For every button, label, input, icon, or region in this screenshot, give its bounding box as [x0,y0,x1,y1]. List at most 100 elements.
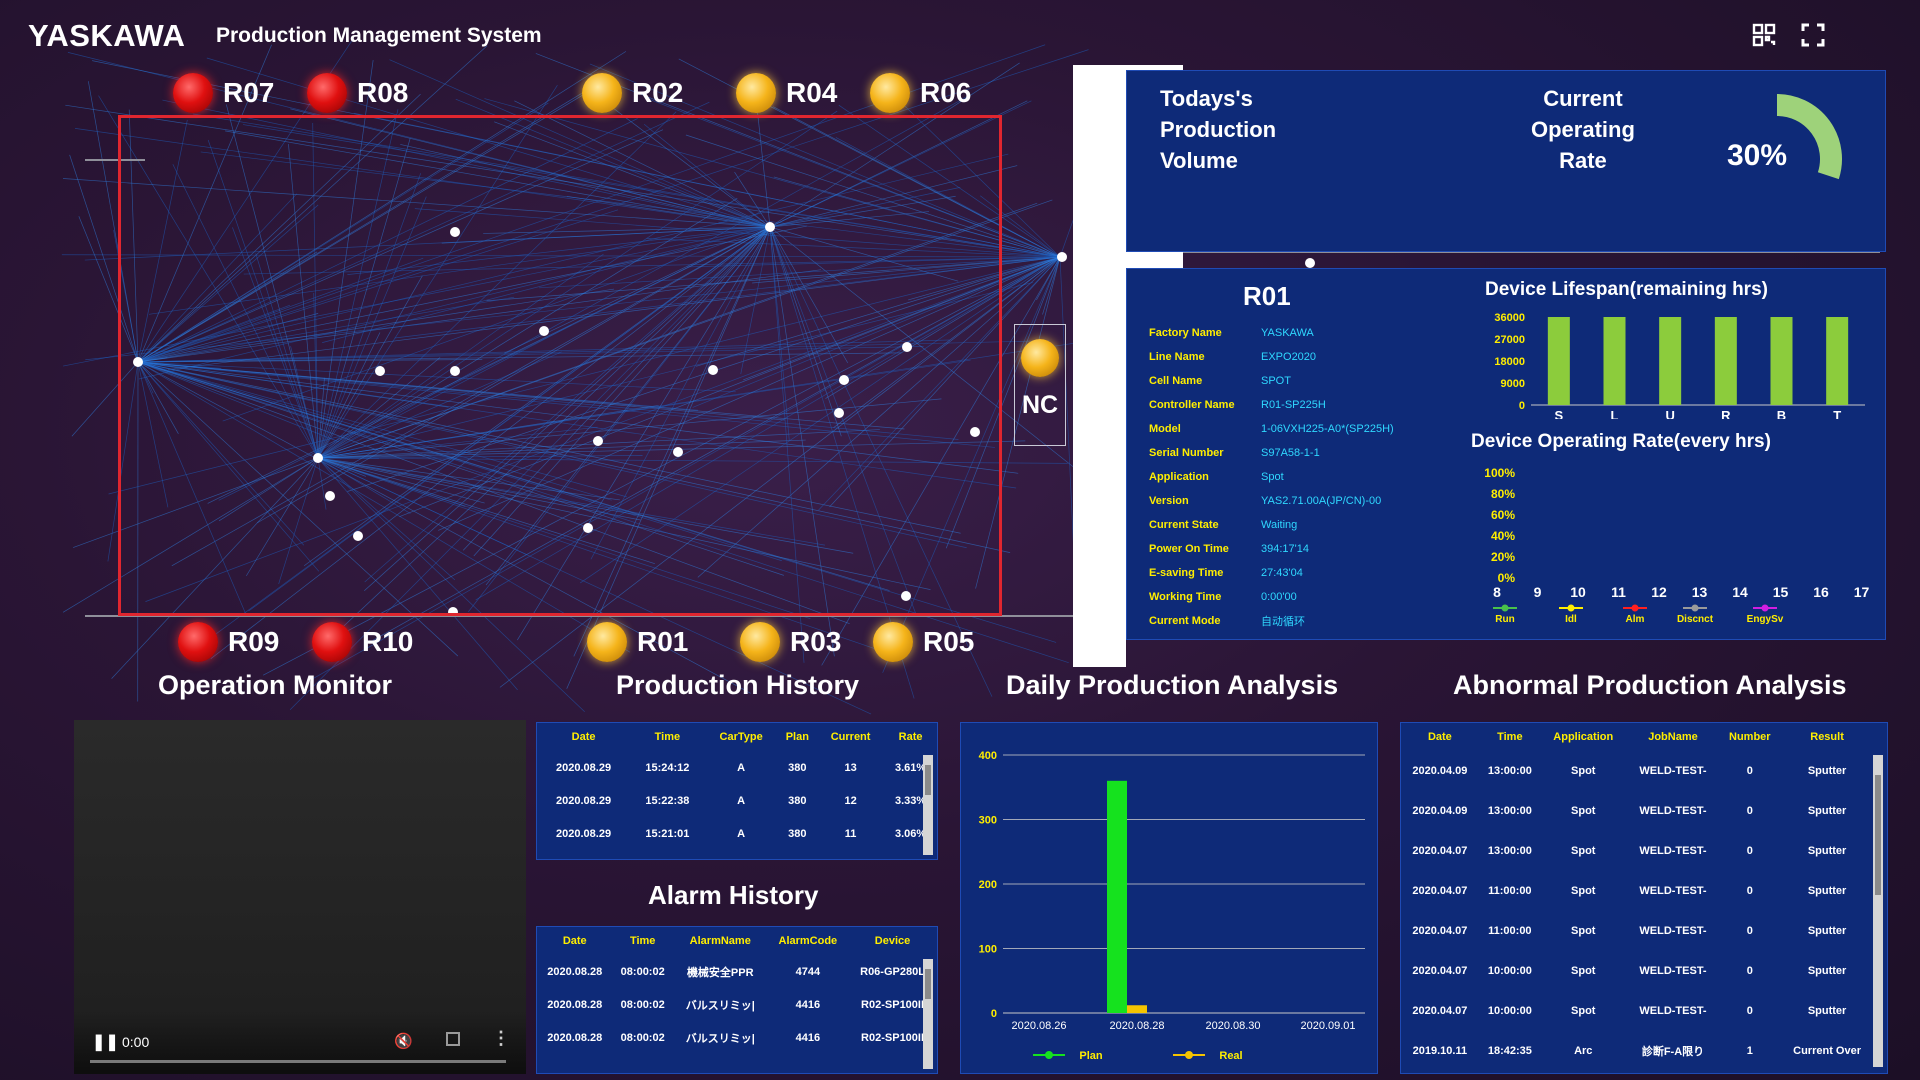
table-row[interactable]: 2020.08.29 15:22:38 A 380 12 3.33% [537,784,937,817]
robot-label: R08 [357,77,409,108]
production-history-scrollbar[interactable] [923,755,933,855]
table-cell: 08:00:02 [620,965,665,978]
table-row[interactable]: 2020.04.09 13:00:00 Spot WELD-TEST- 0 Sputter [1401,751,1875,791]
table-cell: WELD-TEST- [1639,925,1707,937]
table-row[interactable]: 2020.04.09 13:00:00 Spot WELD-TEST- 0 Sputter [1401,791,1875,831]
table-cell: 13 [844,761,857,774]
column-header: AlarmCode [778,935,838,947]
pause-icon[interactable]: ❚❚ [92,1032,119,1052]
legend-marker [1501,604,1509,612]
robot-r01[interactable]: R01 [587,622,688,662]
video-progress-bar[interactable] [90,1060,506,1063]
fullscreen-icon[interactable] [1800,22,1826,48]
robot-r07[interactable]: R07 [173,73,274,113]
table-cell: 10:00:00 [1487,965,1532,977]
production-history-table: Date Time CarType Plan Current Rate 2020.08.2… [537,723,937,850]
lifespan-bar [1826,317,1849,405]
daily-production-title: Daily Production Analysis [1006,670,1339,700]
info-value: 1-06VXH225-A0*(SP225H) [1261,423,1394,435]
table-row[interactable]: 2020.08.29 15:24:12 A 380 13 3.61% [537,751,937,784]
system-title: Production Management System [216,24,542,47]
robot-r02[interactable]: R02 [582,73,683,113]
nc-device[interactable]: NC [1014,324,1066,446]
table-row[interactable]: 2019.10.11 18:42:35 Arc 診断F-A限り 1 Current Ove… [1401,1031,1875,1071]
robot-r03[interactable]: R03 [740,622,841,662]
robot-r08[interactable]: R08 [307,73,408,113]
info-value: 0:00'00 [1261,591,1297,603]
table-row[interactable]: 2020.08.29 15:21:01 A 380 11 3.06% [537,817,937,850]
table-cell: 380 [788,761,807,774]
x-tick-label: 11 [1611,584,1626,600]
mute-icon[interactable]: 🔇 [394,1032,413,1050]
robot-r09[interactable]: R09 [178,622,279,662]
robot-label: R03 [790,626,842,657]
y-tick-label: 27000 [1494,334,1525,346]
table-row[interactable]: 2020.08.28 08:00:02 機械安全PPR 4744 R06-GP280L [537,955,937,988]
qr-scan-icon[interactable] [1751,22,1777,48]
table-cell: 0 [1746,1005,1753,1017]
lifespan-chart: 36000 27000 18000 9000 0 S L U R B T [1494,312,1865,419]
video-time: 0:00 [122,1034,150,1050]
production-history-panel: Date Time CarType Plan Current Rate 2020.08.2… [536,722,938,860]
table-cell: 13:00:00 [1487,845,1532,857]
legend-marker [1631,604,1639,612]
x-tick-label: T [1833,408,1841,419]
alarm-history-table: Date Time AlarmName AlarmCode Device 2020.08… [537,927,937,1054]
table-cell: 15:24:12 [645,761,690,774]
robot-r05[interactable]: R05 [873,622,974,662]
info-value: S97A58-1-1 [1261,447,1320,459]
status-lamp-icon [307,73,347,113]
robot-r10[interactable]: R10 [312,622,413,662]
info-value: SPOT [1261,375,1291,387]
robot-r04[interactable]: R04 [736,73,837,113]
table-cell: WELD-TEST- [1639,805,1707,817]
white-block-side [1073,65,1126,667]
info-value: Spot [1261,471,1284,483]
lifespan-bar [1547,317,1570,405]
legend-label: Idl [1565,614,1577,625]
info-row: Model 1-06VXH225-A0*(SP225H) [1127,417,1467,441]
table-row[interactable]: 2020.04.07 13:00:00 Spot WELD-TEST- 0 Sputter [1401,831,1875,871]
table-cell: バルスリミッ| [685,999,755,1012]
table-cell: Spot [1571,845,1596,857]
column-header: Application [1553,731,1614,743]
y-tick-label: 0 [1519,400,1525,412]
y-tick-label: 18000 [1494,356,1525,368]
network-node [1057,252,1067,262]
video-player[interactable]: ❚❚ 0:00 🔇 ⋮ [74,720,526,1074]
column-header: Plan [785,731,809,743]
robot-r06[interactable]: R06 [870,73,971,113]
column-header: Date [571,731,596,743]
more-options-icon[interactable]: ⋮ [492,1028,510,1049]
table-cell: 0 [1746,965,1753,977]
abnormal-production-scrollbar[interactable] [1873,755,1883,1067]
legend-label: Discnct [1677,614,1714,625]
table-row[interactable]: 2020.08.28 08:00:02 バルスリミッ| 4416 R02-SP100II [537,988,937,1021]
table-row[interactable]: 2020.04.07 10:00:00 Spot WELD-TEST- 0 Sputter [1401,951,1875,991]
alarm-history-scrollbar[interactable] [923,959,933,1069]
table-cell: 10:00:00 [1487,1005,1532,1017]
table-row[interactable]: 2020.04.07 11:00:00 Spot WELD-TEST- 0 Sputter [1401,871,1875,911]
fullscreen-video-icon[interactable] [446,1032,460,1046]
legend-marker [1761,604,1769,612]
column-header: CarType [719,731,763,743]
table-row[interactable]: 2020.08.28 08:00:02 バルスリミッ| 4416 R02-SP100II [537,1021,937,1054]
info-key: Version [1149,495,1189,507]
table-row[interactable]: 2020.04.07 11:00:00 Spot WELD-TEST- 0 Sputter [1401,911,1875,951]
table-row[interactable]: 2020.04.07 10:00:00 Spot WELD-TEST- 0 Sputter [1401,991,1875,1031]
info-key: Current State [1149,519,1219,531]
y-tick-label: 80% [1491,487,1515,501]
table-cell: 0 [1746,765,1753,777]
info-key: Working Time [1149,591,1222,603]
x-tick-label: 2020.08.30 [1205,1020,1260,1032]
table-cell: 2020.08.28 [547,998,603,1011]
abnormal-production-table: Date Time Application JobName Number Result 2… [1401,723,1875,1071]
real-bar [1127,1005,1147,1013]
robot-label: R10 [362,626,414,657]
x-tick-label: 14 [1732,584,1748,600]
column-header: Date [562,935,587,947]
table-cell: 0 [1746,845,1753,857]
table-cell: 2020.08.28 [547,965,603,978]
table-cell: A [737,794,746,807]
info-value: R01-SP225H [1261,399,1326,411]
